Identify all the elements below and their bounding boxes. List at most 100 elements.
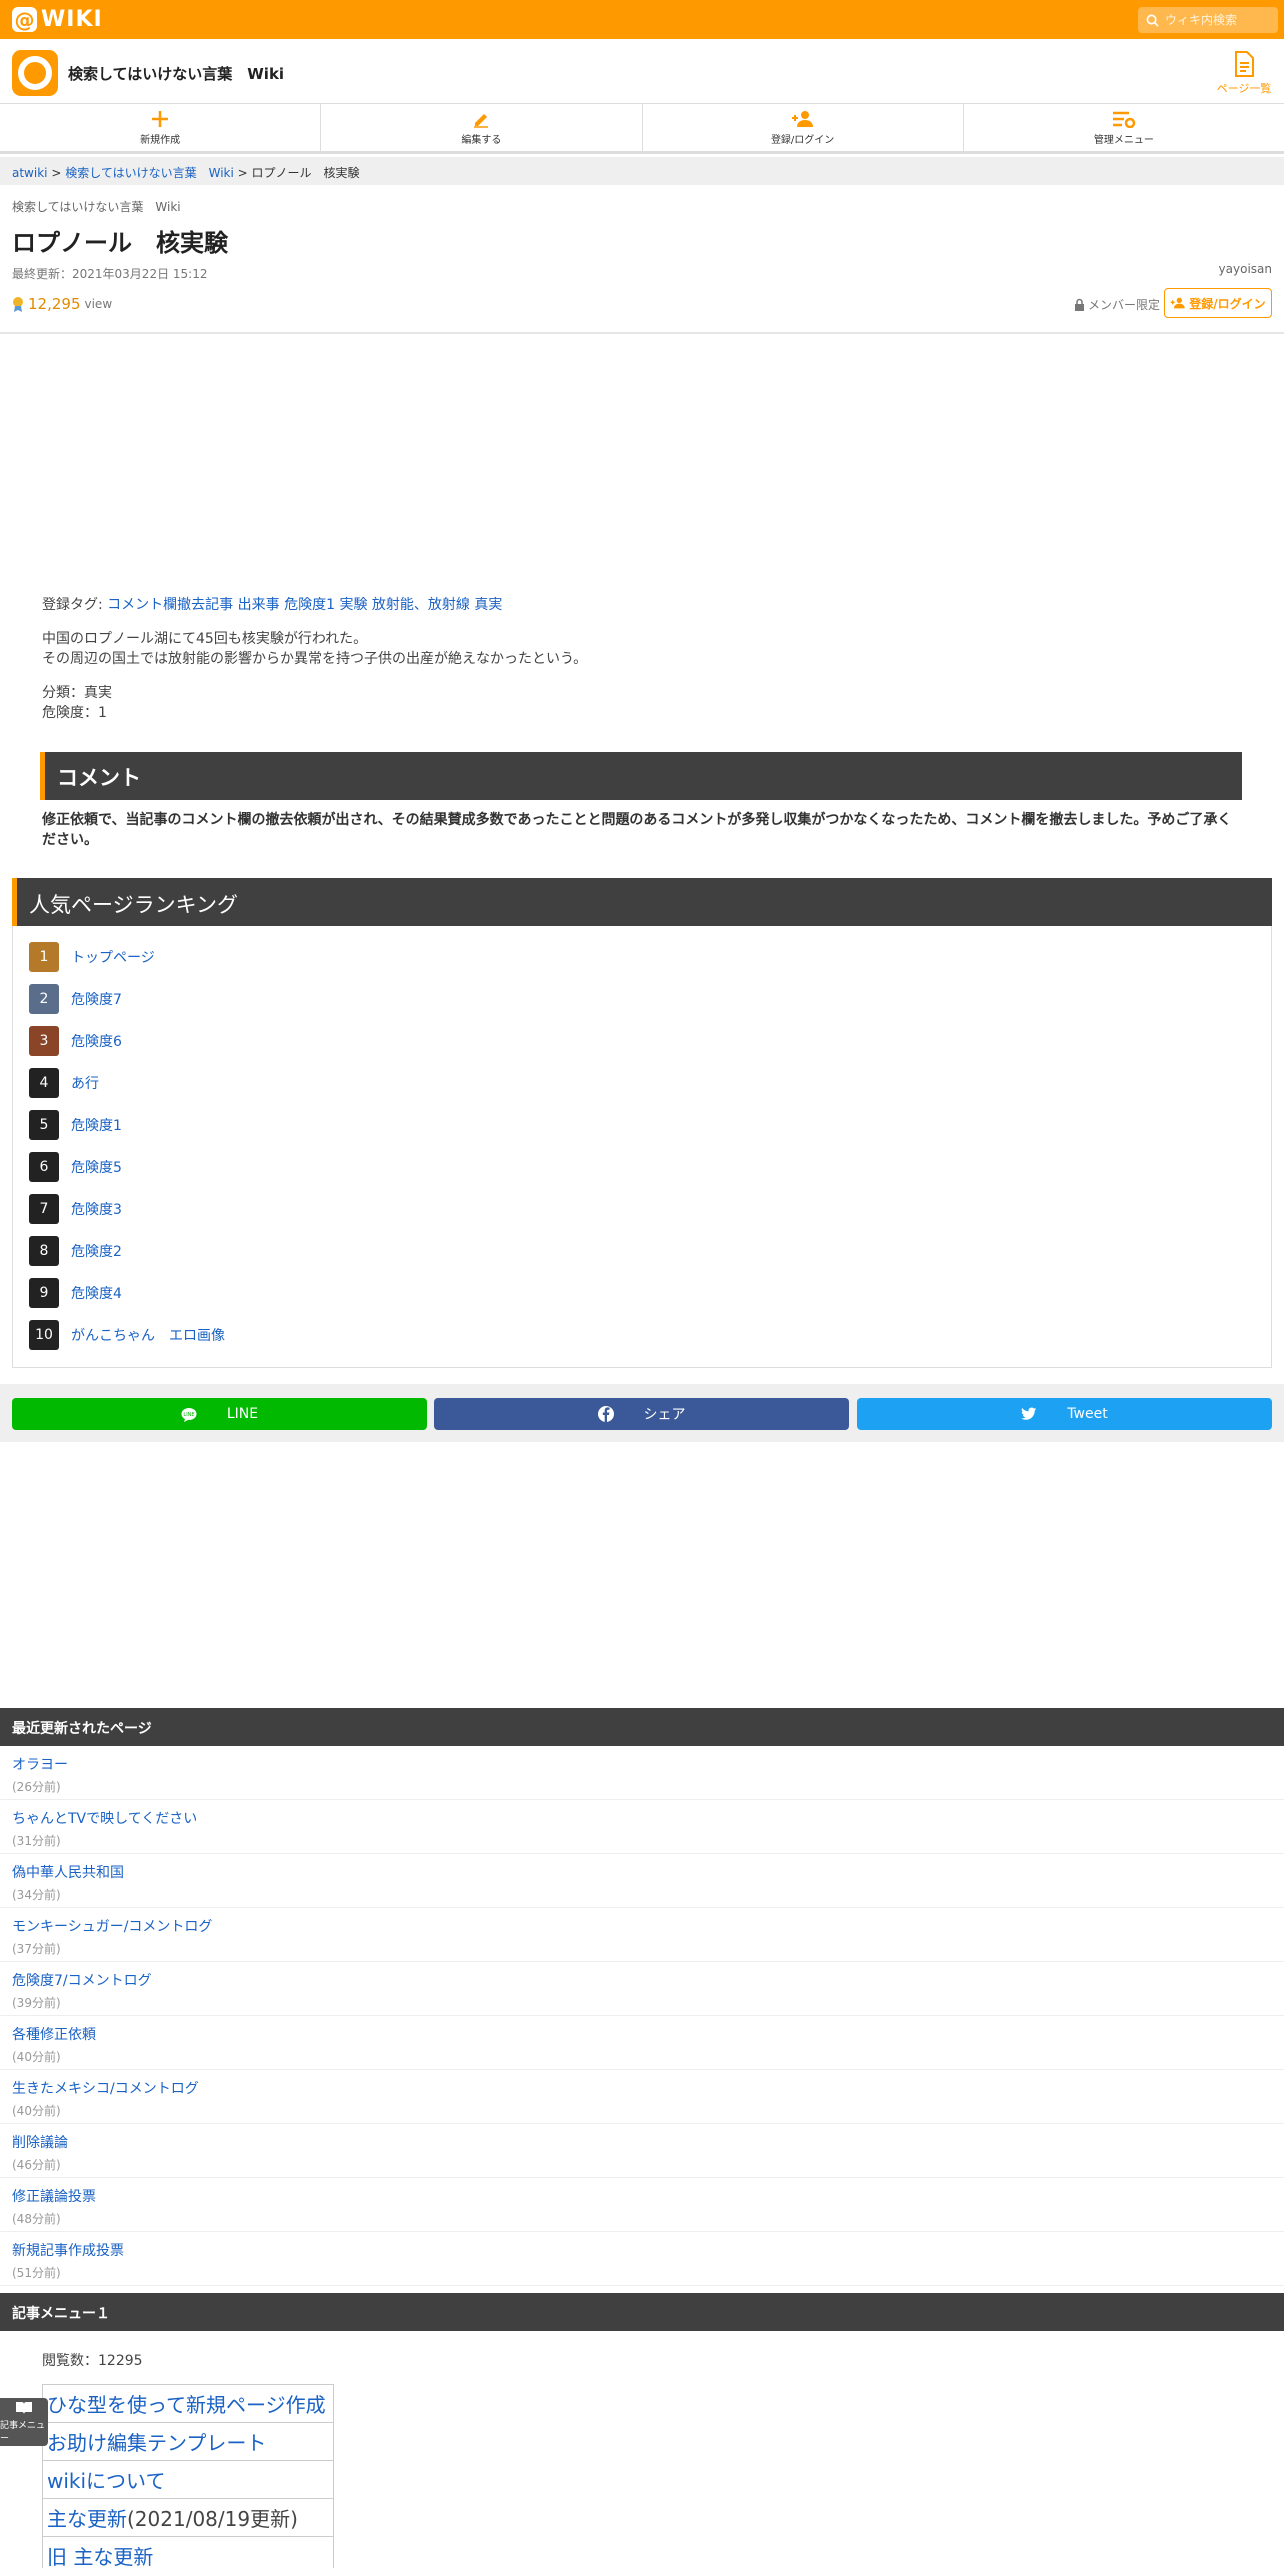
recent-page-item[interactable]: オラヨー (26分前) [0,1746,1284,1800]
article-body: 登録タグ: コメント欄撤去記事 出来事 危険度1 実験 放射能、放射線 真実 中… [42,595,1242,737]
recent-page-item[interactable]: 危険度7/コメントログ (39分前) [0,1962,1284,2016]
twitter-share-label: Tweet [1067,1406,1108,1422]
view-count-text: 閲覧数：12295 [42,2353,143,2369]
floating-article-menu[interactable]: 記事メニュー [0,2398,48,2446]
menu-link[interactable]: wikiについて [47,2469,165,2493]
page-list-label: ページ一覧 [1216,82,1272,95]
nav-new-page-label: 新規作成 [140,134,181,146]
nav-new-page[interactable]: 新規作成 [0,104,322,151]
twitter-icon [1021,1407,1037,1420]
article-menu-heading: 記事メニュー１ [0,2293,1284,2331]
ranking-link[interactable]: トップページ [71,947,155,967]
register-login-label: 登録/ログイン [1189,296,1266,311]
recent-page-item[interactable]: 削除議論 (46分前) [0,2124,1284,2178]
tag-link[interactable]: 放射能、放射線 [372,597,470,613]
recent-page-title[interactable]: 各種修正依頼 [12,2024,1272,2044]
ranking-link[interactable]: 危険度3 [71,1199,122,1219]
nav-register-login[interactable]: 登録/ログイン [643,104,964,151]
site-logo-icon[interactable] [12,50,58,96]
menu-link[interactable]: ひな型を使って新規ページ作成 [47,2393,326,2417]
ranking-link[interactable]: 危険度6 [71,1031,122,1051]
rank-number: 2 [29,984,59,1014]
nav-admin-menu[interactable]: 管理メニュー [964,104,1284,151]
atwiki-logo[interactable]: @ WIKI [12,7,103,32]
book-icon [16,2401,32,2414]
line-share-label: LINE [226,1406,259,1422]
recent-page-time: (34分前) [12,1888,61,1902]
recent-page-title[interactable]: 生きたメキシコ/コメントログ [12,2078,1272,2098]
recent-page-title[interactable]: 新規記事作成投票 [12,2240,1272,2260]
ranking-link[interactable]: 危険度7 [71,989,122,1009]
last-updated: 最終更新：2021年03月22日 15:12 [12,267,208,281]
logo-text: WIKI [41,7,103,32]
ranking-link[interactable]: がんこちゃん エロ画像 [71,1325,225,1345]
search-box[interactable] [1138,7,1278,33]
tag-link[interactable]: コメント欄撤去記事 [107,597,233,613]
author-name[interactable]: yayoisan [1219,262,1272,276]
twitter-share-button[interactable]: Tweet [857,1398,1272,1430]
recent-page-time: (46分前) [12,2158,61,2172]
recent-page-item[interactable]: 新規記事作成投票 (51分前) [0,2232,1284,2286]
recent-page-title[interactable]: 削除議論 [12,2132,1272,2152]
nav-register-login-label: 登録/ログイン [770,134,835,146]
recent-page-title[interactable]: モンキーシュガー/コメントログ [12,1916,1272,1936]
recent-page-item[interactable]: 修正議論投票 (48分前) [0,2178,1284,2232]
recent-page-title[interactable]: 偽中華人民共和国 [12,1862,1272,1882]
recent-page-item[interactable]: ちゃんとTVで映してください (31分前) [0,1800,1284,1854]
recent-page-time: (40分前) [12,2104,61,2118]
recent-page-title[interactable]: 修正議論投票 [12,2186,1272,2206]
ranking-link[interactable]: あ行 [71,1073,99,1093]
site-title[interactable]: 検索してはいけない言葉 Wiki [68,63,284,84]
menu-link[interactable]: 主な更新 [47,2507,127,2531]
line-share-button[interactable]: LINE LINE [12,1398,427,1430]
page-subtitle: 検索してはいけない言葉 Wiki [12,200,181,214]
ranking-link[interactable]: 危険度4 [71,1283,122,1303]
rank-number: 5 [29,1110,59,1140]
ranking-item: 2 危険度7 [29,984,122,1014]
facebook-icon [597,1406,614,1422]
svg-text:LINE: LINE [183,1412,194,1418]
recent-page-title[interactable]: オラヨー [12,1754,1272,1774]
ranking-link[interactable]: 危険度5 [71,1157,122,1177]
recent-page-title[interactable]: ちゃんとTVで映してください [12,1808,1272,1828]
ranking-item: 3 危険度6 [29,1026,122,1056]
main-nav: 新規作成 編集する 登録/ログイン 管理メニュー [0,104,1284,154]
search-icon[interactable] [1146,14,1159,27]
recent-page-item[interactable]: 各種修正依頼 (40分前) [0,2016,1284,2070]
recent-page-item[interactable]: 偽中華人民共和国 (34分前) [0,1854,1284,1908]
tag-link[interactable]: 出来事 [238,597,280,613]
tag-link[interactable]: 危険度1 [284,597,335,613]
menu-row: wikiについて [42,2460,334,2499]
at-logo-icon: @ [12,7,37,32]
tag-link[interactable]: 実験 [339,597,367,613]
ranking-link[interactable]: 危険度2 [71,1241,122,1261]
breadcrumb-home[interactable]: atwiki [12,166,48,180]
breadcrumb-wiki[interactable]: 検索してはいけない言葉 Wiki [65,166,234,180]
nav-admin-menu-label: 管理メニュー [1093,134,1154,146]
tag-link[interactable]: 真実 [474,597,502,613]
menu-link[interactable]: 旧 主な更新 [47,2545,153,2568]
ranking-item: 5 危険度1 [29,1110,122,1140]
page-list-button[interactable]: ページ一覧 [1214,51,1274,96]
tag-list: 登録タグ: コメント欄撤去記事 出来事 危険度1 実験 放射能、放射線 真実 [42,595,1242,615]
top-bar: @ WIKI [0,0,1284,39]
ranking-item: 10 がんこちゃん エロ画像 [29,1320,225,1350]
menu-link[interactable]: お助け編集テンプレート [47,2431,266,2455]
rank-number: 9 [29,1278,59,1308]
rank-number: 7 [29,1194,59,1224]
ranking-item: 6 危険度5 [29,1152,122,1182]
recent-page-item[interactable]: モンキーシュガー/コメントログ (37分前) [0,1908,1284,1962]
register-login-button[interactable]: 登録/ログイン [1164,288,1272,318]
danger-line: 危険度：1 [42,705,107,721]
breadcrumb-current: ロプノール 核実験 [251,166,360,180]
classification: 分類：真実 危険度：1 [42,683,1242,723]
recent-page-title[interactable]: 危険度7/コメントログ [12,1970,1272,1990]
facebook-share-button[interactable]: シェア [434,1398,849,1430]
menu-row: 主な更新(2021/08/19更新) [42,2498,334,2537]
search-input[interactable] [1165,13,1275,27]
ranking-link[interactable]: 危険度1 [71,1115,122,1135]
member-only-label: メンバー限定 [1088,298,1161,312]
recent-page-item[interactable]: 生きたメキシコ/コメントログ (40分前) [0,2070,1284,2124]
body-paragraph: 中国のロプノール湖にて45回も核実験が行われた。 その周辺の国土では放射能の影響… [42,629,1242,669]
nav-edit[interactable]: 編集する [321,104,643,151]
